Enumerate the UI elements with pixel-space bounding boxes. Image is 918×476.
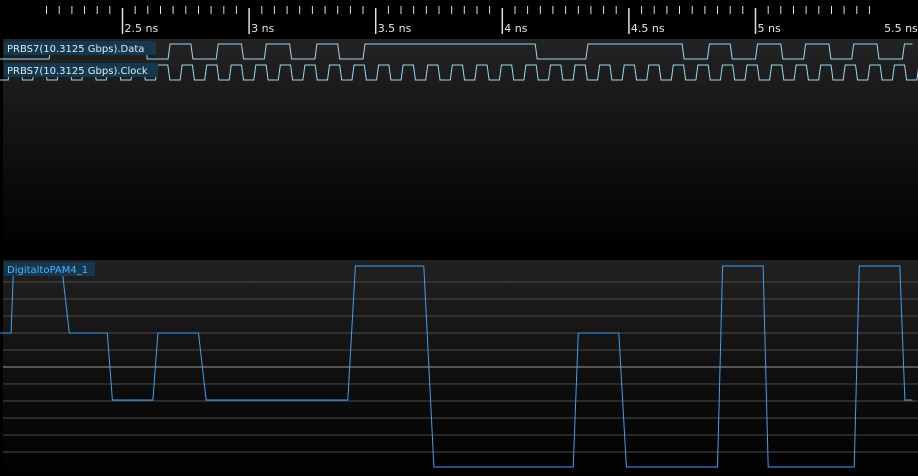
analog-panel-background xyxy=(3,260,918,476)
ruler-label: 3.5 ns xyxy=(378,22,412,35)
clock-channel-label[interactable]: PRBS7(10.3125 Gbps).Clock xyxy=(4,63,158,77)
ruler-label: 2.5 ns xyxy=(125,22,159,35)
data-channel-label[interactable]: PRBS7(10.3125 Gbps).Data xyxy=(4,41,156,55)
analog-waveform-panel[interactable]: DigitaltoPAM4_1 xyxy=(0,260,918,476)
pam4-channel-name: DigitaltoPAM4_1 xyxy=(7,265,88,276)
clock-channel-name: PRBS7(10.3125 Gbps).Clock xyxy=(7,66,148,77)
ruler-label: 5.5 ns xyxy=(884,22,918,35)
data-channel-name: PRBS7(10.3125 Gbps).Data xyxy=(7,44,144,55)
ruler-label: 5 ns xyxy=(758,22,781,35)
time-ruler[interactable]: 2.5 ns 3 ns 3.5 ns 4 ns 4.5 ns 5 ns 5.5 ns xyxy=(0,0,918,38)
digital-waveform-panel[interactable]: PRBS7(10.3125 Gbps).Data PRBS7(10.3125 G… xyxy=(0,39,918,251)
ruler-label: 4 ns xyxy=(504,22,527,35)
ruler-label: 3 ns xyxy=(251,22,274,35)
ruler-label: 4.5 ns xyxy=(631,22,665,35)
waveform-viewer[interactable]: 2.5 ns 3 ns 3.5 ns 4 ns 4.5 ns 5 ns 5.5 ns PRB… xyxy=(0,0,918,476)
pam4-channel-label[interactable]: DigitaltoPAM4_1 xyxy=(4,262,95,276)
